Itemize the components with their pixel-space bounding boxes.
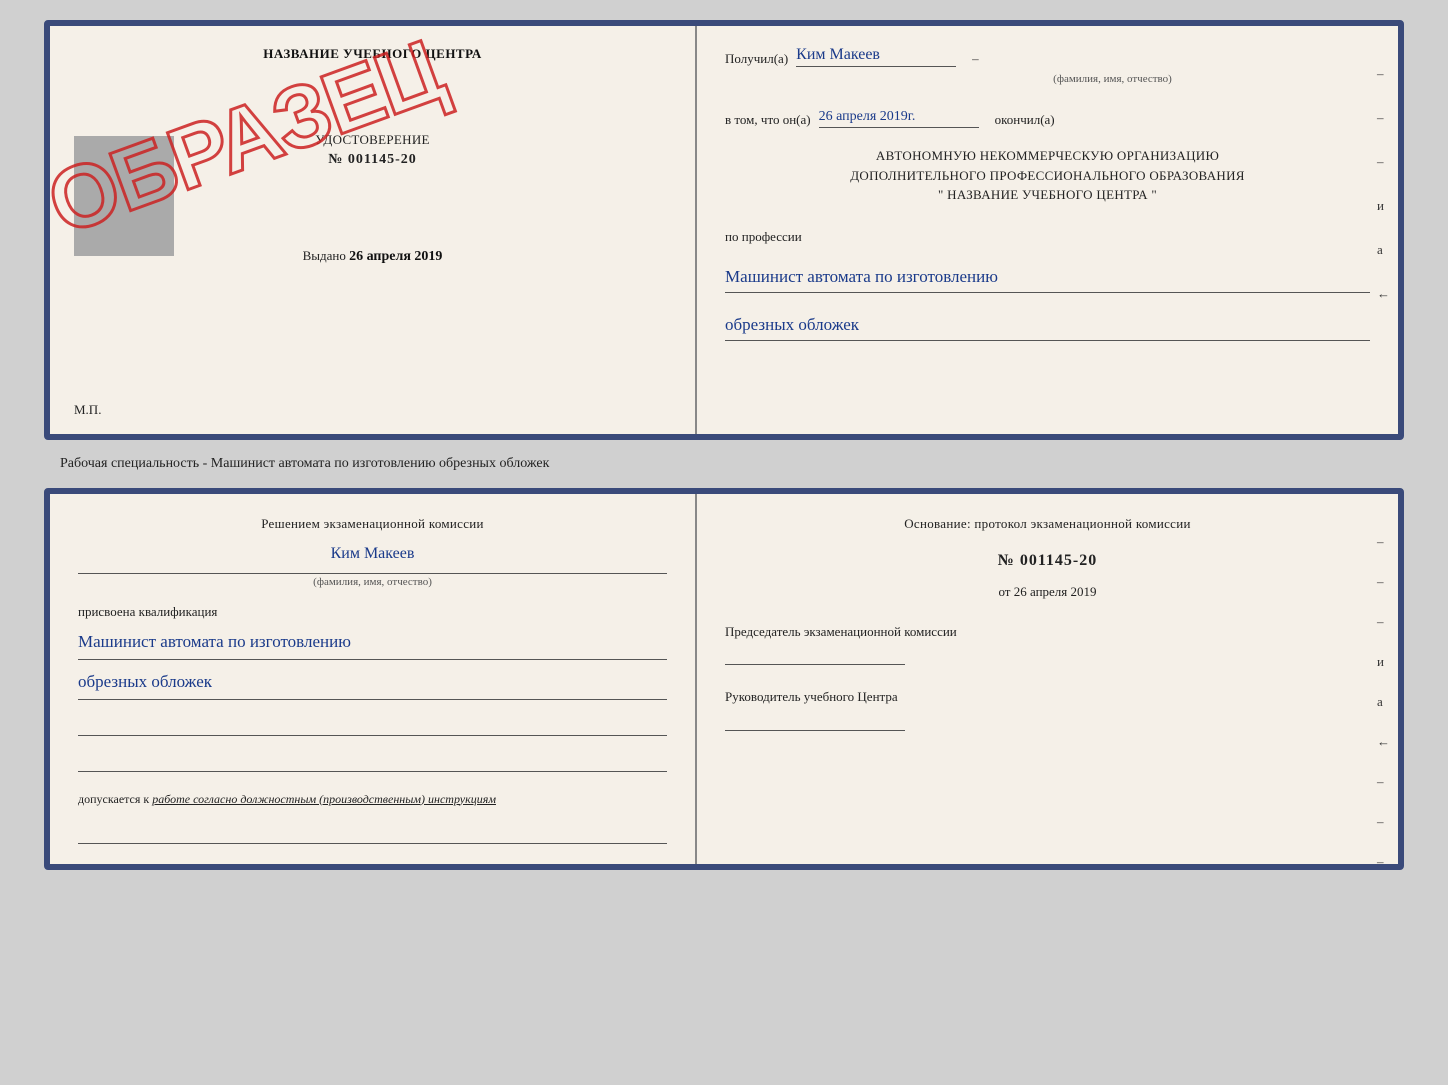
dash-r3: –	[1377, 614, 1390, 630]
osnование-text: Основание: протокол экзаменационной коми…	[725, 514, 1370, 534]
date-ot: от 26 апреля 2019	[725, 584, 1370, 600]
cert-title: УДОСТОВЕРЕНИЕ	[315, 132, 430, 148]
sig-field-1	[78, 716, 667, 736]
school-name-top: НАЗВАНИЕ УЧЕБНОГО ЦЕНТРА	[263, 46, 482, 62]
org-line2: ДОПОЛНИТЕЛЬНОГО ПРОФЕССИОНАЛЬНОГО ОБРАЗО…	[725, 166, 1370, 186]
top-left-panel: НАЗВАНИЕ УЧЕБНОГО ЦЕНТРА УДОСТОВЕРЕНИЕ №…	[50, 26, 697, 434]
bottom-document: Решением экзаменационной комиссии Ким Ма…	[44, 488, 1404, 870]
cert-number: № 001145-20	[328, 152, 416, 168]
date-ot-label: от	[998, 584, 1010, 599]
arrow-r: ←	[1377, 734, 1390, 750]
dash-r2: –	[1377, 574, 1390, 590]
profession-line1: Машинист автомата по изготовлению	[725, 263, 1370, 293]
received-row: Получил(а) Ким Макеев –	[725, 46, 1370, 67]
sig-field-2	[78, 752, 667, 772]
issued-date: 26 апреля 2019	[349, 249, 442, 264]
date-ot-value: 26 апреля 2019	[1014, 584, 1097, 599]
recipient-name: Ким Макеев	[796, 46, 956, 67]
profession-line2: обрезных обложек	[725, 311, 1370, 341]
received-label: Получил(а)	[725, 51, 788, 67]
qual-line2: обрезных обложек	[78, 668, 667, 700]
qual-line1: Машинист автомата по изготовлению	[78, 628, 667, 660]
decision-text: Решением экзаменационной комиссии	[78, 514, 667, 535]
mp-label: М.П.	[74, 402, 101, 418]
protocol-number: № 001145-20	[725, 552, 1370, 570]
issued-line: Выдано 26 апреля 2019	[303, 248, 443, 265]
dash-r4: –	[1377, 774, 1390, 790]
right-dashes-bottom: – – – и а ← – – –	[1377, 534, 1390, 870]
chairman-label: Председатель экзаменационной комиссии	[725, 622, 1370, 642]
date-value: 26 апреля 2019г.	[819, 109, 979, 128]
director-label: Руководитель учебного Центра	[725, 687, 1370, 707]
dash-r1: –	[1377, 534, 1390, 550]
fio-label-bottom: (фамилия, имя, отчество)	[78, 573, 667, 588]
photo-placeholder	[74, 136, 174, 256]
top-right-panel: – – – и а ← Получил(а) Ким Макеев – (фам…	[697, 26, 1398, 434]
qual-assigned-label: присвоена квалификация	[78, 604, 667, 620]
bottom-left-panel: Решением экзаменационной комиссии Ким Ма…	[50, 494, 697, 864]
допускается-value: работе согласно должностным (производств…	[152, 792, 496, 806]
name-bottom: Ким Макеев	[78, 545, 667, 563]
date-label: в том, что он(а)	[725, 112, 811, 128]
middle-text: Рабочая специальность - Машинист автомат…	[60, 456, 549, 472]
dash3: –	[1377, 154, 1390, 170]
dash2: –	[1377, 110, 1390, 126]
bottom-right-panel: – – – и а ← – – – Основание: протокол эк…	[697, 494, 1398, 864]
profession-label: по профессии	[725, 229, 1370, 245]
допускается-row: допускается к работе согласно должностны…	[78, 790, 667, 808]
а-label: а	[1377, 242, 1390, 258]
fio-subtitle-top: (фамилия, имя, отчество)	[855, 73, 1370, 85]
finished-label: окончил(а)	[995, 112, 1055, 128]
и-label-r: и	[1377, 654, 1390, 670]
dash-inline: –	[972, 51, 979, 67]
org-block: АВТОНОМНУЮ НЕКОММЕРЧЕСКУЮ ОРГАНИЗАЦИЮ ДО…	[725, 146, 1370, 205]
issued-label: Выдано	[303, 248, 346, 263]
chairman-block: Председатель экзаменационной комиссии	[725, 622, 1370, 666]
director-block: Руководитель учебного Центра	[725, 687, 1370, 731]
chairman-sig-line	[725, 645, 905, 665]
director-sig-line	[725, 711, 905, 731]
а-label-r: а	[1377, 694, 1390, 710]
right-dashes-top: – – – и а ←	[1377, 66, 1390, 302]
top-document: НАЗВАНИЕ УЧЕБНОГО ЦЕНТРА УДОСТОВЕРЕНИЕ №…	[44, 20, 1404, 440]
и-label: и	[1377, 198, 1390, 214]
dash-r5: –	[1377, 814, 1390, 830]
org-line1: АВТОНОМНУЮ НЕКОММЕРЧЕСКУЮ ОРГАНИЗАЦИЮ	[725, 146, 1370, 166]
допускается-label: допускается к	[78, 792, 149, 806]
dash1: –	[1377, 66, 1390, 82]
date-row: в том, что он(а) 26 апреля 2019г. окончи…	[725, 109, 1370, 128]
dash-r6: –	[1377, 854, 1390, 870]
sig-field-3	[78, 824, 667, 844]
org-line3: " НАЗВАНИЕ УЧЕБНОГО ЦЕНТРА "	[725, 185, 1370, 205]
left-arrow: ←	[1377, 286, 1390, 302]
